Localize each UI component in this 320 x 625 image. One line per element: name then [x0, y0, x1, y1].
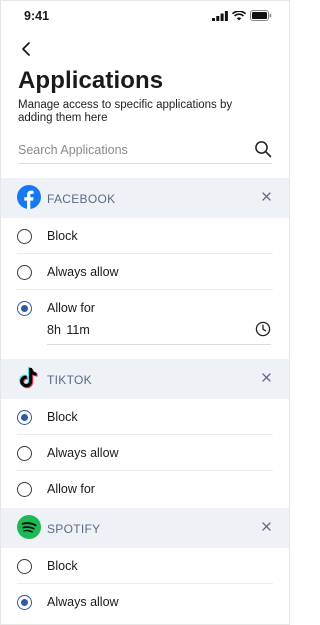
- page-title: Applications: [18, 67, 164, 94]
- option-always-allow[interactable]: Always allow: [0, 254, 290, 290]
- option-label: Allow for: [47, 482, 95, 496]
- battery-icon: [250, 10, 272, 21]
- option-label: Block: [47, 229, 78, 243]
- close-icon: [261, 191, 271, 201]
- option-block[interactable]: Block: [0, 548, 290, 584]
- option-always-allow[interactable]: Always allow: [0, 435, 290, 471]
- status-bar: 9:41: [0, 0, 290, 30]
- chevron-left-icon: [22, 42, 30, 56]
- duration-value: 8h 11m: [47, 323, 90, 337]
- radio-button-selected[interactable]: [17, 301, 32, 316]
- page-subtitle: Manage access to specific applications b…: [18, 99, 233, 124]
- back-button[interactable]: [16, 39, 36, 59]
- option-always-allow[interactable]: Always allow: [0, 584, 290, 620]
- wifi-icon: [232, 10, 246, 20]
- option-label: Block: [47, 410, 78, 424]
- close-icon: [261, 521, 271, 531]
- radio-button[interactable]: [17, 482, 32, 497]
- option-label: Block: [47, 559, 78, 573]
- facebook-logo-icon: [17, 185, 41, 209]
- option-block[interactable]: Block: [0, 218, 290, 254]
- radio-button[interactable]: [17, 559, 32, 574]
- app-section-header-facebook: FACEBOOK: [0, 178, 290, 218]
- search-input[interactable]: [18, 143, 238, 157]
- search-icon[interactable]: [254, 140, 272, 158]
- remove-app-button[interactable]: [259, 189, 273, 203]
- radio-button-selected[interactable]: [17, 410, 32, 425]
- app-section-header-spotify: SPOTIFY: [0, 508, 290, 548]
- spotify-logo-icon: [17, 515, 41, 539]
- remove-app-button[interactable]: [259, 519, 273, 533]
- option-block[interactable]: Block: [0, 399, 290, 435]
- status-icons: [212, 10, 272, 21]
- signal-icon: [212, 10, 228, 21]
- search-bar: [18, 140, 272, 164]
- radio-button[interactable]: [17, 265, 32, 280]
- duration-field[interactable]: 8h 11m: [47, 321, 271, 345]
- status-time: 9:41: [24, 9, 50, 23]
- app-name: TIKTOK: [47, 373, 92, 387]
- option-label: Always allow: [47, 446, 119, 460]
- app-section-header-tiktok: TIKTOK: [0, 359, 290, 399]
- option-label: Allow for: [47, 301, 95, 315]
- radio-button[interactable]: [17, 229, 32, 244]
- close-icon: [261, 372, 271, 382]
- remove-app-button[interactable]: [259, 370, 273, 384]
- option-allow-for[interactable]: Allow for: [0, 471, 290, 507]
- app-name: SPOTIFY: [47, 522, 101, 536]
- option-label: Always allow: [47, 595, 119, 609]
- app-name: FACEBOOK: [47, 192, 116, 206]
- clock-icon[interactable]: [255, 321, 271, 337]
- tiktok-logo-icon: [17, 366, 41, 390]
- radio-button-selected[interactable]: [17, 595, 32, 610]
- option-label: Always allow: [47, 265, 119, 279]
- radio-button[interactable]: [17, 446, 32, 461]
